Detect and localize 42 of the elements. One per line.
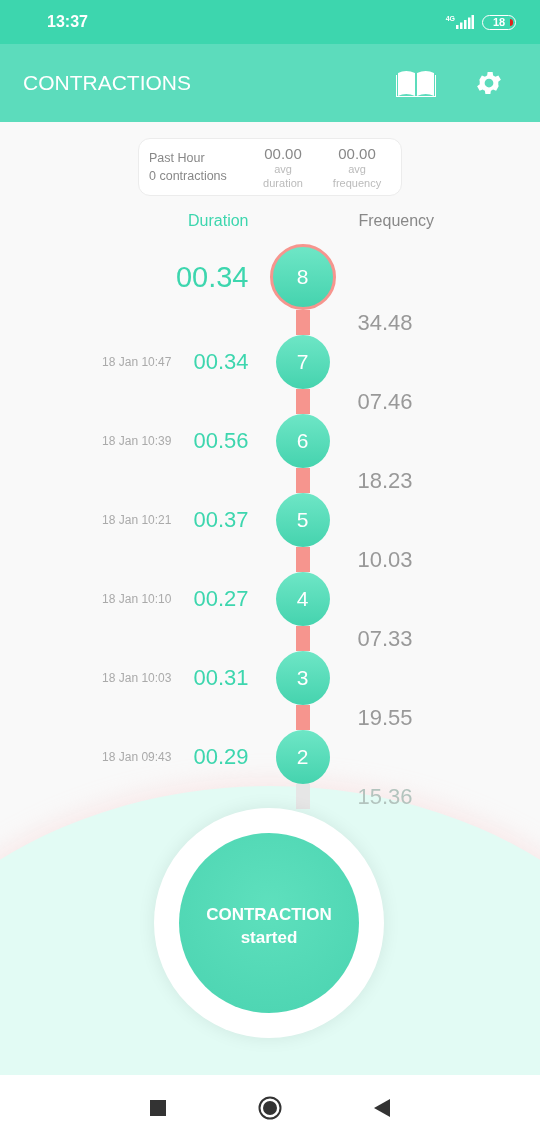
contraction-duration: 00.27 [193,586,249,612]
contraction-node[interactable]: 3 [275,651,330,705]
avg-frequency-value: 00.00 [338,144,376,162]
contraction-duration: 00.37 [193,507,249,533]
contraction-time: 18 Jan 10:21 [102,513,172,527]
contraction-frequency: 34.48 [357,310,414,335]
contraction-time: 18 Jan 10:47 [102,355,172,369]
contraction-time: 18 Jan 10:39 [102,434,172,448]
contraction-duration: 00.29 [193,744,249,770]
contraction-button[interactable]: CONTRACTION started [179,833,359,1013]
frequency-heading: Frequency [358,212,436,230]
app-title: CONTRACTIONS [23,71,191,95]
duration-heading: Duration [187,212,249,230]
contraction-time: 18 Jan 09:43 [102,750,172,764]
contraction-node[interactable]: 8 [269,244,336,310]
contraction-duration: 00.31 [193,665,249,691]
contraction-node[interactable]: 5 [275,493,330,547]
contraction-duration: 00.56 [193,428,249,454]
contraction-node[interactable]: 6 [275,414,330,468]
contraction-node[interactable]: 7 [275,335,330,389]
home-icon[interactable] [258,1095,282,1120]
contraction-duration: 00.34 [193,349,249,375]
contraction-time: 18 Jan 10:03 [102,671,172,685]
recents-icon[interactable] [150,1099,166,1116]
signal-icon [456,15,474,29]
contraction-frequency: 19.55 [357,705,414,730]
contraction-frequency: 07.33 [357,626,414,651]
status-time: 13:37 [47,13,88,31]
summary-count: 0 contractions [149,169,228,183]
back-icon[interactable] [374,1098,390,1117]
contraction-duration: 00.34 [175,260,249,294]
contraction-frequency: 15.36 [357,784,414,809]
contraction-frequency: 10.03 [357,547,414,572]
contraction-time: 18 Jan 10:10 [102,592,172,606]
avg-frequency-label: avg frequency [331,161,383,190]
avg-duration-label: avg duration [262,161,304,190]
contraction-frequency: 18.23 [357,468,414,493]
contraction-frequency: 07.46 [357,389,414,414]
contraction-node[interactable]: 4 [275,572,330,626]
summary-period: Past Hour [149,151,206,165]
contraction-node[interactable]: 2 [275,730,330,784]
avg-duration-value: 00.00 [264,144,302,162]
